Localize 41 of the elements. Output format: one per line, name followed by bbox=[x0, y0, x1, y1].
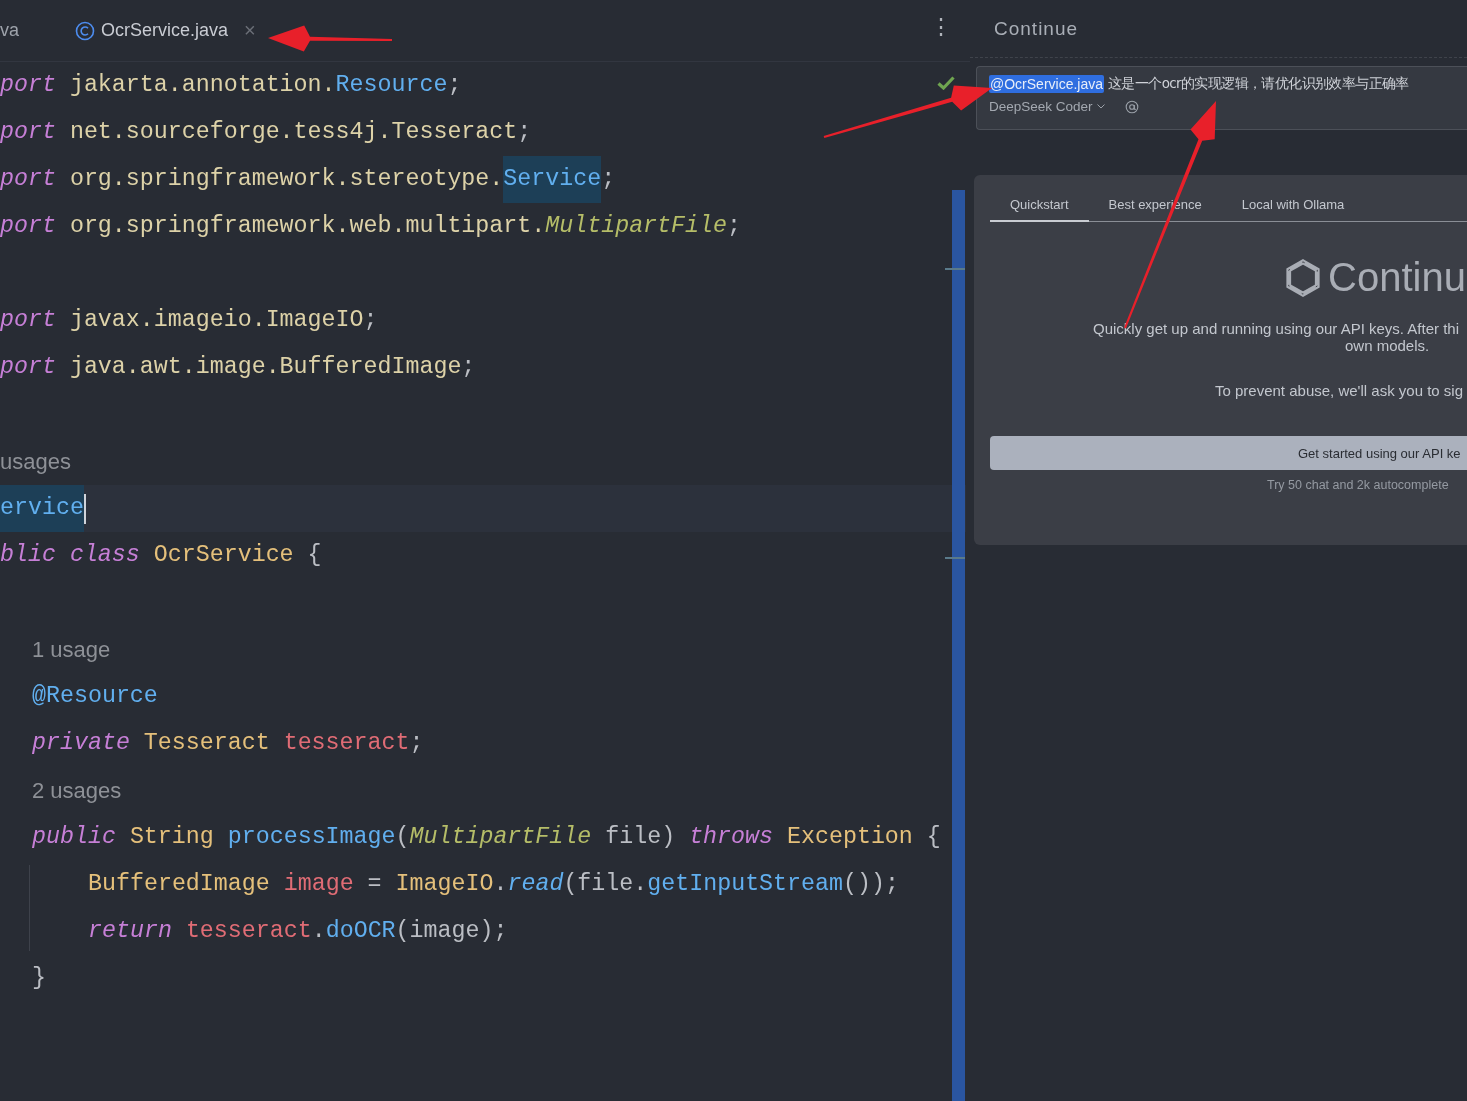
prompt-text: 这是一个ocr的实现逻辑，请优化识别效率与正确率 bbox=[1108, 75, 1409, 93]
notice-text: To prevent abuse, we'll ask you to sig bbox=[1214, 382, 1464, 399]
scroll-marker bbox=[945, 268, 965, 270]
code-line: blic class OcrService { bbox=[0, 541, 322, 570]
code-line: port java.awt.image.BufferedImage; bbox=[0, 353, 476, 382]
check-icon bbox=[937, 76, 955, 90]
text-caret bbox=[83, 493, 86, 524]
description-text: own models. bbox=[1344, 337, 1431, 354]
scrollbar-thumb[interactable] bbox=[952, 190, 965, 1101]
usage-hint[interactable]: 1 usage bbox=[32, 636, 111, 663]
code-line: port net.sourceforge.tess4j.Tesseract; bbox=[0, 118, 532, 147]
code-line: private Tesseract tesseract; bbox=[32, 729, 424, 758]
more-menu-icon[interactable]: ⋮ bbox=[930, 14, 952, 40]
footnote-text: Try 50 chat and 2k autocomplete bbox=[1266, 478, 1450, 492]
model-dropdown[interactable]: DeepSeek Coder bbox=[989, 99, 1105, 114]
code-line: port javax.imageio.ImageIO; bbox=[0, 306, 378, 335]
at-sign-icon[interactable] bbox=[1124, 99, 1139, 114]
file-tab[interactable]: OcrService.java × bbox=[75, 0, 256, 61]
file-mention-chip[interactable]: @OcrService.java bbox=[989, 75, 1105, 93]
code-line: } bbox=[32, 964, 46, 993]
code-line: port jakarta.annotation.Resource; bbox=[0, 71, 462, 100]
description-text: Quickly get up and running using our API keys. After thi bbox=[1092, 320, 1461, 337]
code-line: port org.springframework.stereotype.Service; bbox=[0, 156, 616, 203]
get-started-button[interactable]: Get started using our API ke bbox=[990, 436, 1467, 470]
chat-input-field[interactable]: @OcrService.java 这是一个ocr的实现逻辑，请优化识别效率与正确率 DeepSeek Coder bbox=[976, 66, 1467, 130]
file-tab[interactable]: va bbox=[0, 0, 19, 61]
code-line: BufferedImage image = ImageIO.read(file.getInputStream()); bbox=[88, 870, 899, 899]
code-line: @Resource bbox=[32, 682, 158, 711]
code-line: return tesseract.doOCR(image); bbox=[88, 917, 508, 946]
usage-hint[interactable]: usages bbox=[0, 448, 71, 475]
panel-title: Continue bbox=[994, 17, 1079, 40]
onboarding-tab[interactable]: Local with Ollama bbox=[1221, 189, 1365, 222]
hexagon-logo-icon bbox=[1284, 258, 1322, 297]
scroll-marker bbox=[945, 557, 965, 559]
code-line: port org.springframework.web.multipart.MultipartFile; bbox=[0, 212, 741, 241]
code-line: public String processImage(MultipartFile file) throws Exception { bbox=[32, 823, 941, 852]
logo-wordmark: Continu bbox=[1328, 255, 1466, 300]
usage-hint[interactable]: 2 usages bbox=[32, 777, 122, 804]
onboarding-tab[interactable]: Quickstart bbox=[990, 189, 1089, 222]
caret-icon bbox=[1096, 104, 1105, 109]
class-icon bbox=[75, 20, 95, 41]
